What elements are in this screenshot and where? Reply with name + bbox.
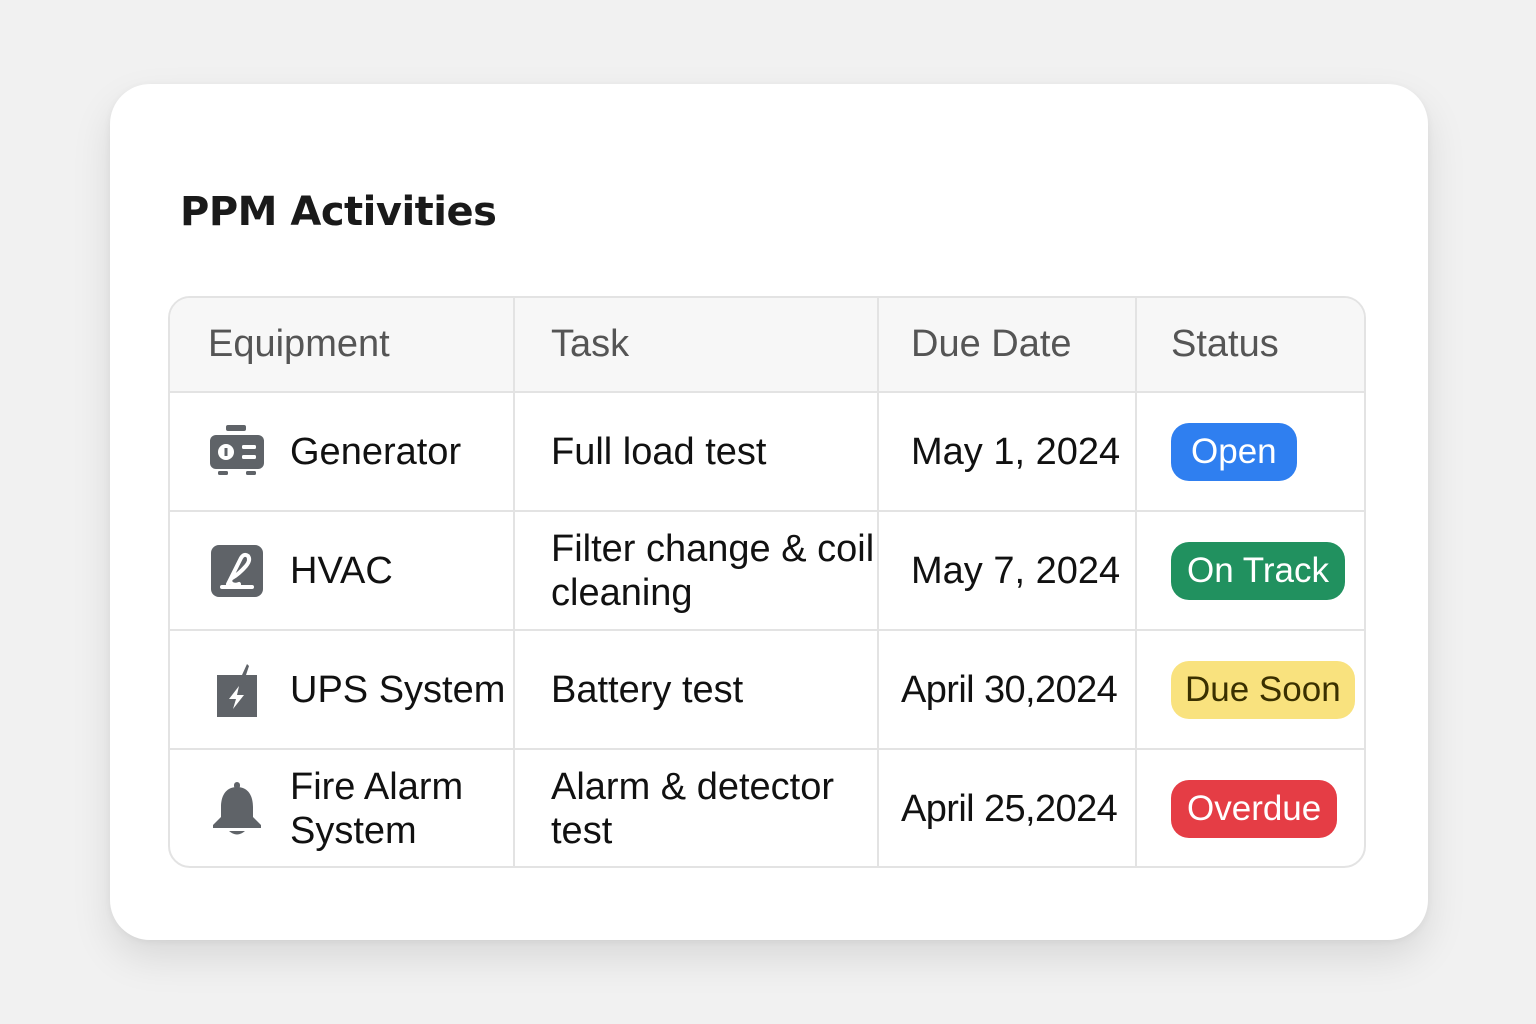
- column-header-due-date[interactable]: Due Date: [878, 298, 1137, 393]
- equipment-cell: Fire Alarm System: [170, 749, 515, 866]
- equipment-name: Fire Alarm System: [290, 766, 464, 852]
- column-header-equipment[interactable]: Equipment: [170, 298, 515, 393]
- status-badge: Open: [1171, 422, 1297, 481]
- card-title: PPM Activities: [180, 189, 497, 235]
- equipment-cell: UPS System: [170, 630, 515, 750]
- ppm-table: Equipment Task Due Date Status Generator…: [168, 296, 1366, 868]
- due-date-cell: May 1, 2024: [878, 392, 1137, 512]
- equipment-cell: HVAC: [170, 511, 515, 631]
- hvac-icon: [208, 542, 266, 600]
- task-cell: Battery test: [514, 630, 879, 750]
- status-badge: Due Soon: [1171, 660, 1355, 719]
- table-row[interactable]: HVAC Filter change & coil cleaning May 7…: [170, 511, 1364, 631]
- task-cell: Filter change & coil cleaning: [514, 511, 879, 631]
- battery-bolt-icon: [208, 661, 266, 719]
- due-date-cell: May 7, 2024: [878, 511, 1137, 631]
- equipment-cell: Generator: [170, 392, 515, 512]
- column-header-status[interactable]: Status: [1136, 298, 1364, 393]
- equipment-name: UPS System: [290, 668, 506, 711]
- task-cell: Full load test: [514, 392, 879, 512]
- task-cell: Alarm & detector test: [514, 749, 879, 866]
- equipment-name: HVAC: [290, 549, 393, 592]
- status-cell: Due Soon: [1136, 630, 1364, 750]
- status-cell: On Track: [1136, 511, 1364, 631]
- table-row[interactable]: UPS System Battery test April 30,2024 Du…: [170, 630, 1364, 750]
- ppm-activities-card: PPM Activities Equipment Task Due Date S…: [110, 84, 1428, 940]
- equipment-name: Generator: [290, 430, 462, 473]
- status-badge: Overdue: [1171, 780, 1338, 838]
- due-date-cell: April 30,2024: [878, 630, 1137, 750]
- generator-icon: [208, 423, 266, 481]
- table-row[interactable]: Fire Alarm System Alarm & detector test …: [170, 749, 1364, 866]
- table-row[interactable]: Generator Full load test May 1, 2024 Ope…: [170, 392, 1364, 512]
- due-date-cell: April 25,2024: [878, 749, 1137, 866]
- status-cell: Overdue: [1136, 749, 1364, 866]
- bell-icon: [208, 780, 266, 838]
- table-header-row: Equipment Task Due Date Status: [170, 298, 1364, 393]
- status-cell: Open: [1136, 392, 1364, 512]
- status-badge: On Track: [1171, 541, 1345, 600]
- column-header-task[interactable]: Task: [514, 298, 879, 393]
